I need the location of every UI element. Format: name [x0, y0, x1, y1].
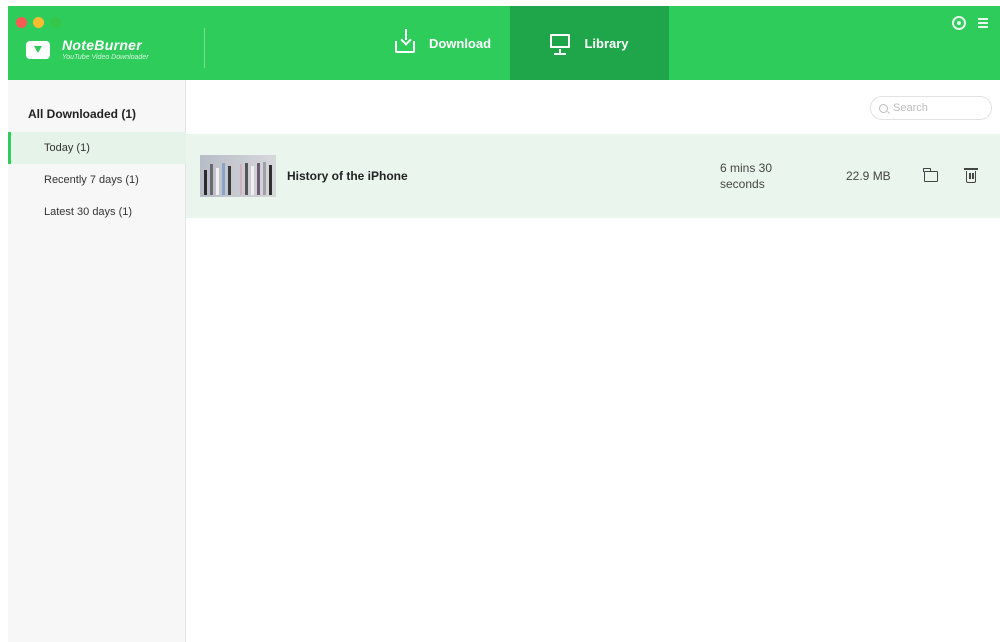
library-content: History of the iPhone 6 mins 30 seconds …	[186, 80, 1000, 642]
tab-download[interactable]: Download	[368, 6, 518, 80]
monitor-icon	[550, 34, 571, 55]
gear-icon[interactable]	[952, 16, 966, 30]
tab-library-label: Library	[584, 35, 629, 51]
search-input[interactable]	[893, 102, 983, 114]
search-box[interactable]	[870, 96, 992, 120]
folder-icon[interactable]	[923, 168, 938, 182]
minimize-window-button[interactable]	[33, 17, 44, 28]
app-window: NoteBurner YouTube Video Downloader Down…	[8, 6, 1000, 642]
brand: NoteBurner YouTube Video Downloader	[26, 38, 149, 61]
header-divider	[204, 28, 205, 68]
video-thumbnail	[200, 155, 276, 197]
window-controls	[16, 17, 61, 28]
close-window-button[interactable]	[16, 17, 27, 28]
sidebar: All Downloaded (1) Today (1) Recently 7 …	[8, 80, 186, 642]
noteburner-logo-icon	[26, 40, 50, 59]
menu-icon[interactable]	[978, 18, 988, 28]
zoom-window-button[interactable]	[50, 17, 61, 28]
video-duration: 6 mins 30 seconds	[720, 161, 773, 191]
video-size: 22.9 MB	[846, 169, 891, 183]
header-bar: NoteBurner YouTube Video Downloader Down…	[8, 6, 1000, 80]
tab-library[interactable]: Library	[510, 6, 669, 80]
app-subtitle: YouTube Video Downloader	[62, 54, 149, 61]
search-icon	[879, 103, 888, 113]
sidebar-item-recent-7-days[interactable]: Recently 7 days (1)	[8, 164, 186, 196]
tab-download-label: Download	[428, 35, 492, 51]
download-icon	[394, 29, 415, 53]
sidebar-item-today[interactable]: Today (1)	[8, 132, 186, 164]
video-title: History of the iPhone	[287, 169, 408, 183]
video-row[interactable]: History of the iPhone 6 mins 30 seconds …	[186, 134, 1000, 218]
sidebar-item-latest-30-days[interactable]: Latest 30 days (1)	[8, 196, 186, 228]
trash-icon[interactable]	[964, 168, 978, 183]
sidebar-all-downloaded[interactable]: All Downloaded (1)	[28, 107, 136, 121]
app-name: NoteBurner	[62, 37, 143, 53]
